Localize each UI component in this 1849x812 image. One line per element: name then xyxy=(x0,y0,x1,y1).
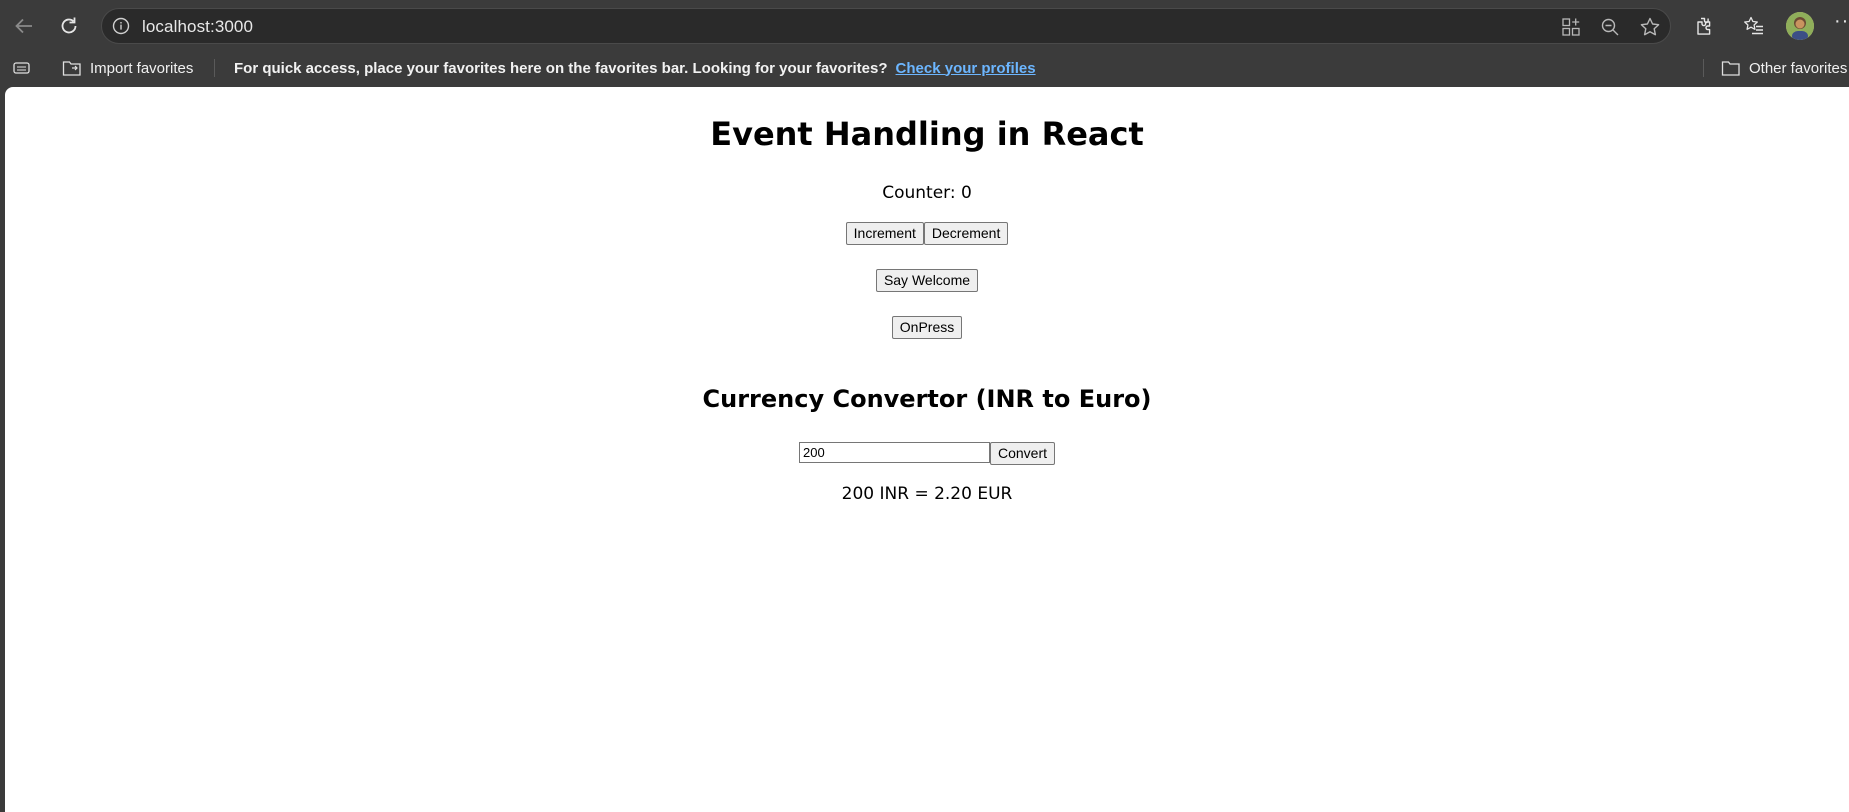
browser-toolbar: localhost:3000 ··· xyxy=(0,0,1849,52)
other-favorites-button[interactable]: Other favorites xyxy=(1721,52,1847,84)
converter-form: Convert xyxy=(5,442,1849,465)
onpress-button[interactable]: OnPress xyxy=(891,316,963,339)
page-viewport: Event Handling in React Counter: 0 Incre… xyxy=(5,87,1849,812)
import-favorites-button[interactable]: Import favorites xyxy=(62,52,193,84)
refresh-icon xyxy=(61,17,77,34)
amount-input[interactable] xyxy=(798,442,990,463)
extensions-icon xyxy=(1697,17,1711,35)
favorites-button[interactable] xyxy=(1737,9,1771,43)
decrement-button[interactable]: Decrement xyxy=(923,222,1009,245)
avatar[interactable] xyxy=(1786,12,1814,40)
convert-button[interactable]: Convert xyxy=(989,442,1056,465)
page-title: Event Handling in React xyxy=(710,115,1144,153)
counter-buttons: Increment Decrement xyxy=(5,222,1849,245)
favorite-star-icon[interactable] xyxy=(1639,16,1661,38)
favorites-separator xyxy=(214,59,215,77)
increment-button[interactable]: Increment xyxy=(845,222,924,245)
onpress-row: OnPress xyxy=(5,316,1849,339)
info-icon[interactable] xyxy=(112,17,130,35)
refresh-button[interactable] xyxy=(52,9,86,43)
folder-icon xyxy=(1721,61,1740,76)
tab-actions-icon xyxy=(13,62,30,74)
favorites-separator-right xyxy=(1703,59,1704,77)
apps-icon[interactable] xyxy=(1560,16,1582,38)
favorites-message: For quick access, place your favorites h… xyxy=(234,52,1036,84)
url-text[interactable]: localhost:3000 xyxy=(142,17,253,37)
welcome-row: Say Welcome xyxy=(5,269,1849,292)
import-favorites-label: Import favorites xyxy=(90,59,194,77)
favorites-icon xyxy=(1744,16,1763,35)
zoom-out-icon[interactable] xyxy=(1599,16,1621,38)
extensions-button[interactable] xyxy=(1687,9,1721,43)
say-welcome-button[interactable]: Say Welcome xyxy=(875,269,979,292)
address-bar[interactable]: localhost:3000 xyxy=(101,8,1671,44)
back-button[interactable] xyxy=(7,9,41,43)
tab-actions-button[interactable] xyxy=(12,52,40,84)
counter-text: Counter: 0 xyxy=(882,183,972,203)
other-favorites-label: Other favorites xyxy=(1749,59,1848,77)
favorites-bar: Import favorites For quick access, place… xyxy=(0,52,1849,84)
converter-title: Currency Convertor (INR to Euro) xyxy=(702,385,1152,413)
check-profiles-link[interactable]: Check your profiles xyxy=(896,60,1036,77)
favorites-message-text: For quick access, place your favorites h… xyxy=(234,59,888,77)
conversion-result: 200 INR = 2.20 EUR xyxy=(841,484,1013,504)
import-folder-icon xyxy=(62,61,81,76)
more-icon[interactable]: ··· xyxy=(1834,10,1849,33)
back-icon xyxy=(15,18,32,34)
